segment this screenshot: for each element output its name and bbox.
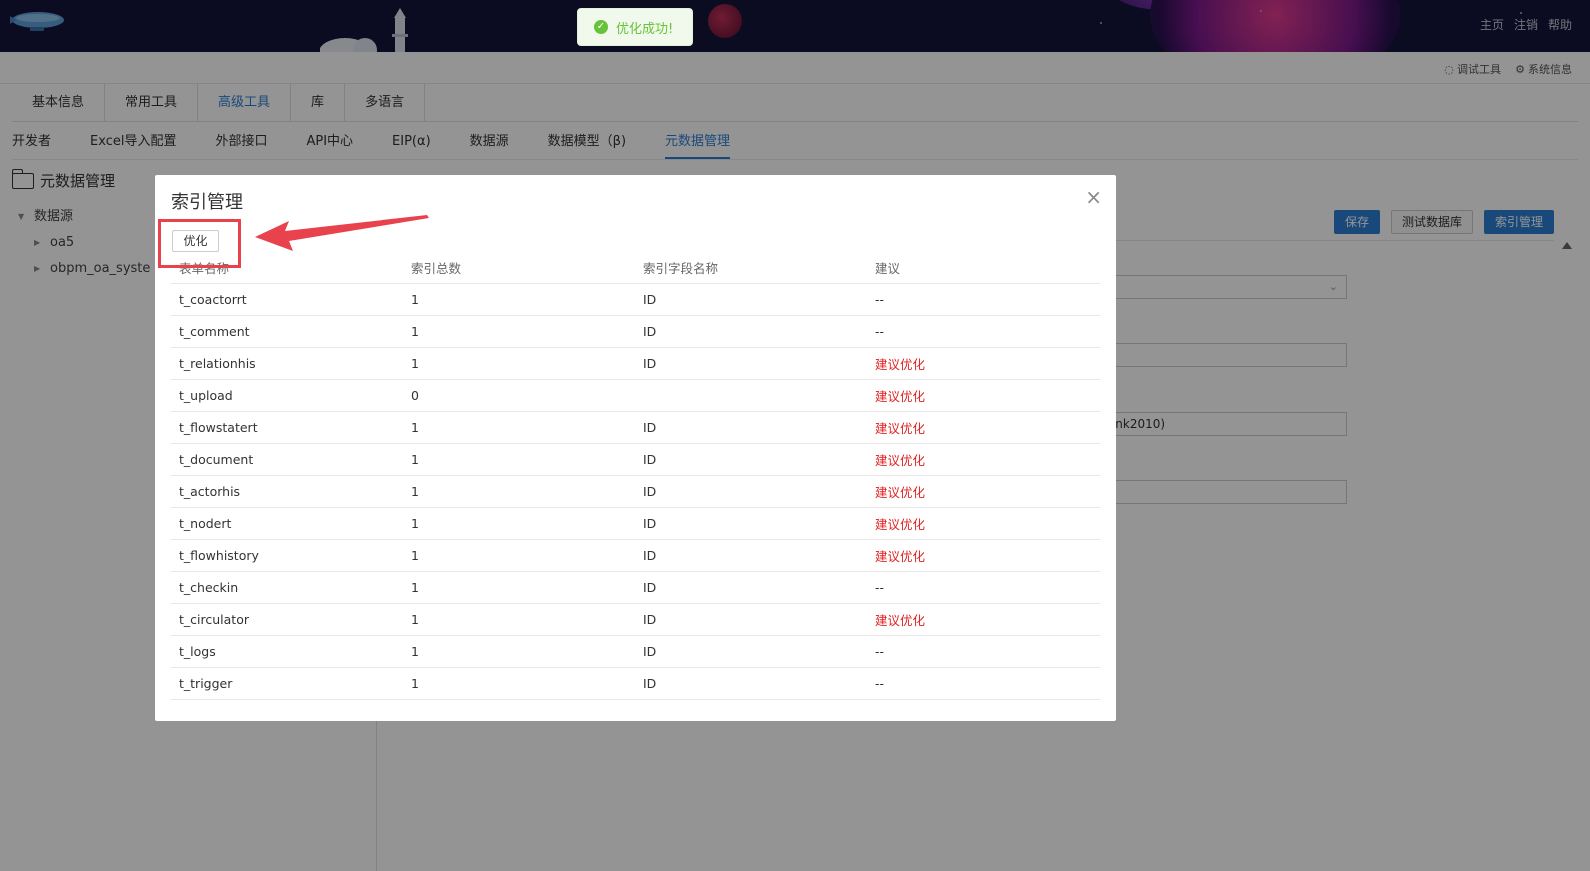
index-count-cell: 1 (403, 475, 635, 508)
index-count-cell: 1 (403, 283, 635, 316)
index-field-cell: ID (635, 507, 867, 540)
annotation-arrow-icon (255, 215, 429, 251)
index-count-cell: 1 (403, 635, 635, 668)
index-count-cell: 1 (403, 347, 635, 380)
table-row: t_logs 1 ID -- (171, 635, 1100, 668)
index-field-cell: ID (635, 443, 867, 476)
table-row: t_comment 1 ID -- (171, 315, 1100, 348)
index-count-cell: 1 (403, 507, 635, 540)
table-name-cell: t_relationhis (171, 347, 403, 380)
table-name-cell: t_document (171, 443, 403, 476)
suggestion-cell: 建议优化 (867, 475, 1100, 508)
close-icon[interactable]: × (1085, 185, 1102, 209)
index-count-cell: 1 (403, 411, 635, 444)
index-table: 表单名称 索引总数 索引字段名称 建议 t_coactorrt 1 ID -- t_co… (171, 257, 1100, 700)
table-header-row: 表单名称 索引总数 索引字段名称 建议 (171, 257, 1100, 284)
table-row: t_relationhis 1 ID 建议优化 (171, 347, 1100, 380)
suggestion-cell: 建议优化 (867, 411, 1100, 444)
table-name-cell: t_trigger (171, 667, 403, 700)
table-name-cell: t_upload (171, 379, 403, 412)
suggestion-cell: 建议优化 (867, 603, 1100, 636)
suggestion-cell: -- (867, 315, 1100, 348)
index-field-cell: ID (635, 347, 867, 380)
table-name-cell: t_flowstatert (171, 411, 403, 444)
index-count-cell: 1 (403, 539, 635, 572)
table-row: t_coactorrt 1 ID -- (171, 283, 1100, 316)
table-row: t_checkin 1 ID -- (171, 571, 1100, 604)
index-field-cell: ID (635, 475, 867, 508)
index-management-dialog: 索引管理 × 优化 表单名称 索引总数 索引字段名称 建议 t_coactorr… (155, 175, 1116, 721)
table-name-cell: t_checkin (171, 571, 403, 604)
index-count-cell: 1 (403, 571, 635, 604)
suggestion-cell: 建议优化 (867, 379, 1100, 412)
table-name-cell: t_coactorrt (171, 283, 403, 316)
suggestion-cell: -- (867, 667, 1100, 700)
suggestion-cell: 建议优化 (867, 539, 1100, 572)
index-field-cell: ID (635, 539, 867, 572)
success-toast: ✓ 优化成功! (577, 8, 693, 46)
table-name-cell: t_comment (171, 315, 403, 348)
index-count-cell: 0 (403, 379, 635, 412)
table-row: t_flowhistory 1 ID 建议优化 (171, 539, 1100, 572)
suggestion-cell: 建议优化 (867, 443, 1100, 476)
index-field-cell: ID (635, 635, 867, 668)
table-name-cell: t_logs (171, 635, 403, 668)
column-header: 索引总数 (403, 257, 635, 284)
table-row: t_nodert 1 ID 建议优化 (171, 507, 1100, 540)
suggestion-cell: -- (867, 283, 1100, 316)
table-name-cell: t_actorhis (171, 475, 403, 508)
index-field-cell: ID (635, 283, 867, 316)
table-row: t_actorhis 1 ID 建议优化 (171, 475, 1100, 508)
table-name-cell: t_nodert (171, 507, 403, 540)
dialog-title: 索引管理 (171, 192, 243, 213)
index-count-cell: 1 (403, 667, 635, 700)
index-field-cell: ID (635, 315, 867, 348)
suggestion-cell: 建议优化 (867, 507, 1100, 540)
index-field-cell: ID (635, 411, 867, 444)
highlight-box (158, 219, 241, 268)
index-field-cell (635, 379, 867, 412)
suggestion-cell: 建议优化 (867, 347, 1100, 380)
table-name-cell: t_circulator (171, 603, 403, 636)
index-count-cell: 1 (403, 443, 635, 476)
table-name-cell: t_flowhistory (171, 539, 403, 572)
index-count-cell: 1 (403, 315, 635, 348)
table-row: t_upload 0 建议优化 (171, 379, 1100, 412)
index-field-cell: ID (635, 603, 867, 636)
table-body: t_coactorrt 1 ID -- t_comment 1 ID -- t_relation… (171, 283, 1100, 700)
index-field-cell: ID (635, 667, 867, 700)
table-row: t_flowstatert 1 ID 建议优化 (171, 411, 1100, 444)
suggestion-cell: -- (867, 571, 1100, 604)
column-header: 建议 (867, 257, 1100, 284)
index-count-cell: 1 (403, 603, 635, 636)
table-row: t_document 1 ID 建议优化 (171, 443, 1100, 476)
check-circle-icon: ✓ (594, 20, 608, 34)
table-row: t_trigger 1 ID -- (171, 667, 1100, 700)
column-header: 索引字段名称 (635, 257, 867, 284)
toast-message: 优化成功! (616, 21, 674, 37)
suggestion-cell: -- (867, 635, 1100, 668)
table-row: t_circulator 1 ID 建议优化 (171, 603, 1100, 636)
index-field-cell: ID (635, 571, 867, 604)
